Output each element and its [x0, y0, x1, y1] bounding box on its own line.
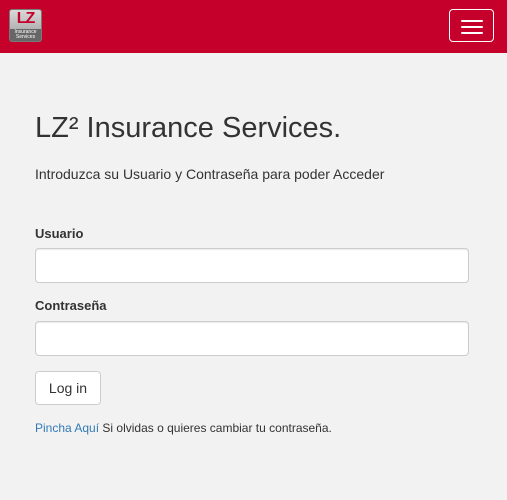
- hamburger-menu-button[interactable]: [449, 9, 494, 42]
- logo-mark: LZ: [16, 10, 36, 27]
- password-input[interactable]: [35, 321, 469, 356]
- username-input[interactable]: [35, 248, 469, 283]
- password-help: Pincha Aquí Si olvidas o quieres cambiar…: [35, 421, 332, 435]
- page-subtitle: Introduzca su Usuario y Contraseña para …: [35, 166, 385, 182]
- username-label: Usuario: [35, 226, 84, 241]
- login-button[interactable]: Log in: [35, 371, 101, 405]
- password-reset-link[interactable]: Pincha Aquí: [35, 421, 99, 435]
- password-help-text: Si olvidas o quieres cambiar tu contrase…: [99, 421, 332, 435]
- password-label: Contraseña: [35, 298, 107, 313]
- navbar: LZ Insurance Services: [0, 0, 507, 53]
- page-title: LZ² Insurance Services.: [35, 112, 342, 144]
- logo-sub-line-2: Services: [15, 34, 36, 40]
- logo-subtitle: Insurance Services: [10, 29, 41, 41]
- lz-logo[interactable]: LZ Insurance Services: [9, 9, 42, 42]
